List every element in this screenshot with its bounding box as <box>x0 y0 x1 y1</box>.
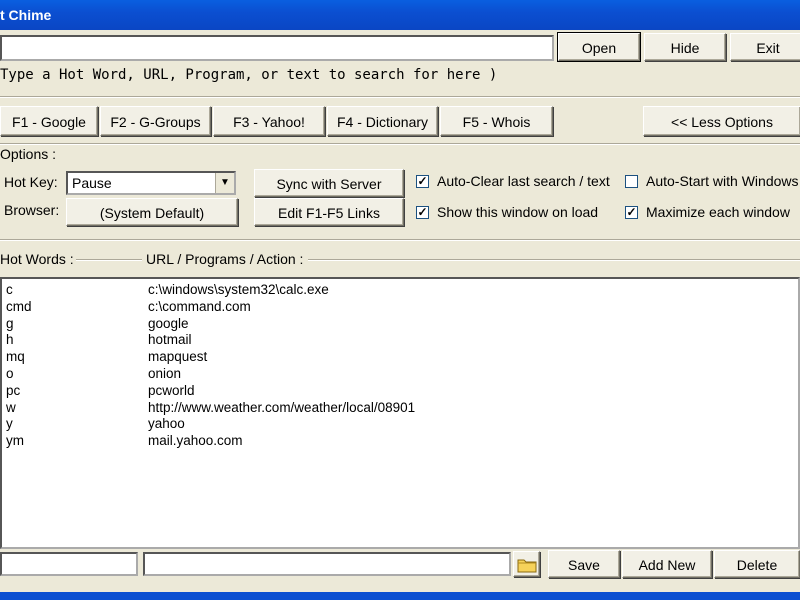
hotword-cell: g <box>6 315 14 331</box>
hotword-cell: c <box>6 282 13 297</box>
hotword-cell: h <box>6 332 14 348</box>
less-options-button[interactable]: << Less Options <box>643 106 800 136</box>
folder-icon <box>517 559 536 573</box>
chevron-down-icon[interactable]: ▼ <box>215 173 234 193</box>
checkbox-4[interactable]: ✓ <box>625 206 638 219</box>
action-cell: yahoo <box>148 416 185 432</box>
header-divider <box>308 259 800 261</box>
fkey-label: - Whois <box>479 114 531 130</box>
header-divider <box>76 259 142 261</box>
checkbox-3[interactable]: ✓ <box>416 206 429 219</box>
delete-button[interactable]: Delete <box>714 550 800 578</box>
fkey-button-3[interactable]: F3 - Yahoo! <box>213 106 325 136</box>
checkbox-label-2[interactable]: Auto-Start with Windows <box>646 173 799 189</box>
hide-button[interactable]: Hide <box>644 33 726 61</box>
action-cell: http://www.weather.com/weather/local/089… <box>148 399 416 415</box>
checkbox-2[interactable] <box>625 175 638 188</box>
action-cell: mapquest <box>148 349 208 365</box>
open-button-label: Open <box>581 40 617 56</box>
hotkey-select[interactable]: Pause ▼ <box>66 171 236 195</box>
browser-label: Browser: <box>4 202 60 218</box>
hotkey-select-value: Pause <box>72 175 112 191</box>
checkbox-label-4[interactable]: Maximize each window <box>646 204 790 220</box>
action-cell: c:\windows\system32\calc.exe <box>148 282 329 297</box>
divider <box>0 96 800 98</box>
fkey-key: F4 <box>336 114 354 130</box>
browse-folder-button[interactable] <box>513 551 540 577</box>
sync-button-label: Sync with Server <box>276 176 382 192</box>
add-new-button[interactable]: Add New <box>622 550 712 578</box>
action-cell: c:\command.com <box>148 298 251 314</box>
action-cell: hotmail <box>148 332 192 348</box>
checkbox-label-1[interactable]: Auto-Clear last search / text <box>437 173 610 189</box>
action-cell: google <box>148 315 189 331</box>
fkey-label: - Google <box>28 114 86 130</box>
delete-button-label: Delete <box>736 557 778 573</box>
open-button[interactable]: Open <box>557 32 641 62</box>
hotword-input[interactable] <box>0 552 138 576</box>
hotkey-label: Hot Key: <box>4 174 58 190</box>
less-options-label: << Less Options <box>671 114 773 130</box>
hotword-cell: o <box>6 366 14 381</box>
browser-button[interactable]: (System Default) <box>66 198 238 226</box>
fkey-label: - Dictionary <box>353 114 429 130</box>
fkey-button-2[interactable]: F2 - G-Groups <box>100 106 211 136</box>
action-cell: pcworld <box>148 382 195 398</box>
edit-links-button-label: Edit F1-F5 Links <box>278 205 380 221</box>
action-cell: mail.yahoo.com <box>148 433 243 449</box>
options-title: Options : <box>0 146 57 162</box>
command-input[interactable] <box>0 35 554 61</box>
add-new-button-label: Add New <box>638 557 696 573</box>
checkbox-label-3[interactable]: Show this window on load <box>437 204 598 220</box>
hotword-list[interactable]: c c:\windows\system32\calc.exe cmd c:\comma… <box>0 277 800 549</box>
action-cell: onion <box>148 366 182 381</box>
hotword-cell: w <box>6 399 16 415</box>
hotword-cell: mq <box>6 349 25 365</box>
exit-button[interactable]: Exit <box>730 33 800 61</box>
hotword-cell: pc <box>6 382 21 398</box>
browser-button-label: (System Default) <box>99 205 205 221</box>
fkey-key: F3 <box>233 114 250 130</box>
fkey-button-5[interactable]: F5 - Whois <box>440 106 553 136</box>
hint-text: Type a Hot Word, URL, Program, or text t… <box>0 67 498 83</box>
fkey-label: - G-Groups <box>126 114 201 130</box>
hotword-cell: ym <box>6 433 24 449</box>
save-button[interactable]: Save <box>548 550 620 578</box>
bottom-frame <box>0 592 800 600</box>
action-input[interactable] <box>143 552 511 576</box>
fkey-key: F5 <box>462 114 479 130</box>
exit-button-label: Exit <box>756 40 780 56</box>
hotword-cell: cmd <box>6 298 32 314</box>
divider <box>0 239 800 241</box>
fkey-button-1[interactable]: F1 - Google <box>0 106 98 136</box>
save-button-label: Save <box>568 557 600 573</box>
title-bar[interactable]: t Chime <box>0 0 800 30</box>
sync-button[interactable]: Sync with Server <box>254 169 404 197</box>
actions-header: URL / Programs / Action : <box>146 251 304 267</box>
hide-button-label: Hide <box>670 40 700 56</box>
edit-links-button[interactable]: Edit F1-F5 Links <box>254 198 404 226</box>
checkbox-1[interactable]: ✓ <box>416 175 429 188</box>
divider <box>0 143 800 145</box>
fkey-button-4[interactable]: F4 - Dictionary <box>327 106 438 136</box>
window-title: t Chime <box>0 7 52 23</box>
fkey-key: F1 <box>12 114 29 130</box>
hotword-cell: y <box>6 416 13 432</box>
hotwords-header: Hot Words : <box>0 251 74 267</box>
fkey-key: F2 <box>110 114 127 130</box>
fkey-label: - Yahoo! <box>249 114 305 130</box>
